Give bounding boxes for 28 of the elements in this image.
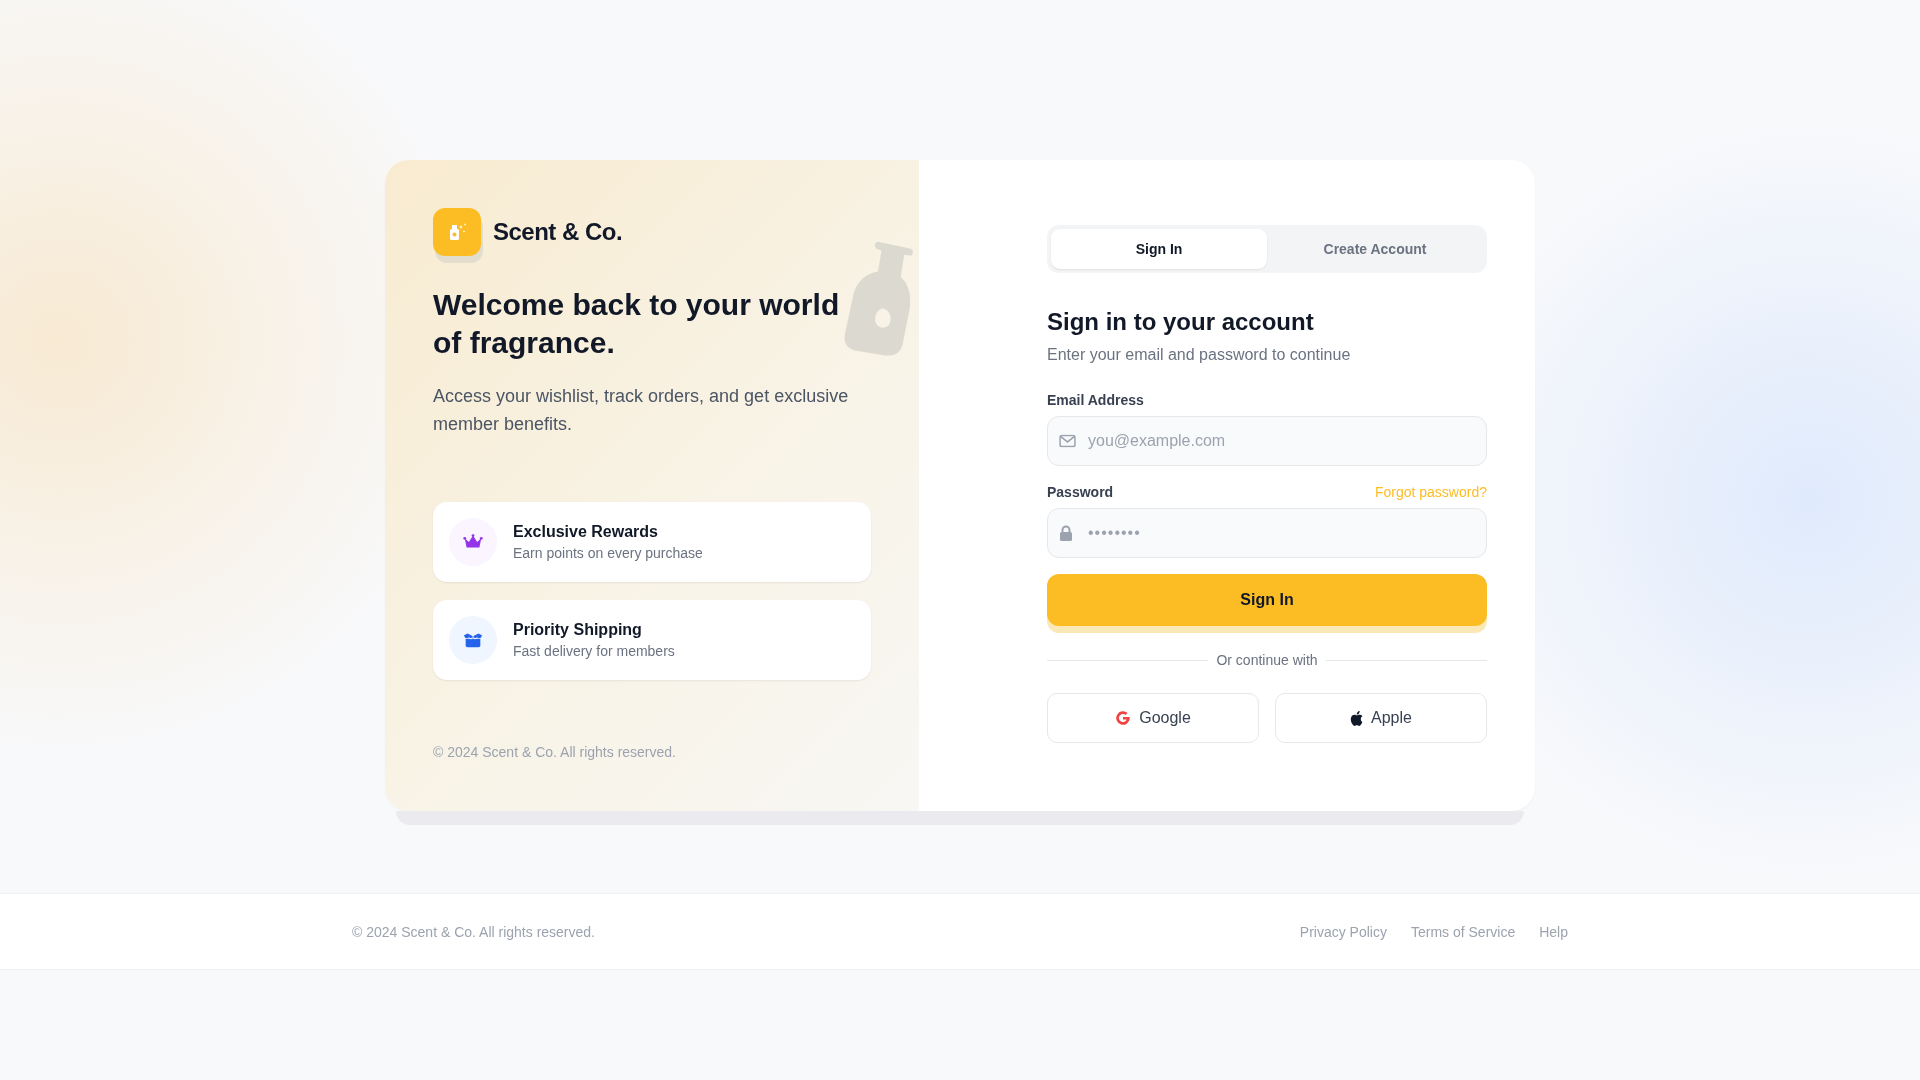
welcome-heading: Welcome back to your world of fragrance. xyxy=(433,287,841,361)
bottle-icon xyxy=(843,240,913,358)
social-login-button[interactable]: Apple xyxy=(1275,693,1487,743)
feature-title: Exclusive Rewards xyxy=(513,523,659,541)
social-login-button[interactable]: Google xyxy=(1047,693,1259,743)
footer-link[interactable]: Privacy Policy xyxy=(1299,923,1387,940)
feature-title: Priority Shipping xyxy=(513,621,643,639)
footer-copyright: © 2024 Scent & Co. All rights reserved. xyxy=(352,923,595,940)
apple-icon xyxy=(1350,710,1364,726)
welcome-text: Access your wishlist, track orders, and get exclusive member benefits. xyxy=(433,385,850,436)
password-field[interactable]: •••••••• xyxy=(1047,508,1487,558)
google-icon xyxy=(1115,710,1132,726)
copyright-text: © 2024 Scent & Co. All rights reserved. xyxy=(433,744,677,760)
form-heading: Sign in to your account xyxy=(1047,308,1315,336)
footer-link[interactable]: Help xyxy=(1539,923,1568,940)
tab[interactable]: Create Account xyxy=(1267,229,1483,269)
email-field[interactable]: you@example.com xyxy=(1047,416,1487,466)
crown-icon xyxy=(449,518,497,566)
feature-description: Earn points on every purchase xyxy=(513,545,703,561)
brand-name: Scent & Co. xyxy=(493,218,623,246)
feature-description: Fast delivery for members xyxy=(513,643,675,659)
tab[interactable]: Sign In xyxy=(1051,229,1267,269)
box-icon xyxy=(449,616,497,664)
divider-text: Or continue with xyxy=(1216,652,1318,668)
field-label: Password xyxy=(1047,484,1114,500)
field-label: Email Address xyxy=(1047,392,1145,408)
footer-link[interactable]: Terms of Service xyxy=(1410,923,1516,940)
form-subtitle: Enter your email and password to continue xyxy=(1047,346,1352,364)
